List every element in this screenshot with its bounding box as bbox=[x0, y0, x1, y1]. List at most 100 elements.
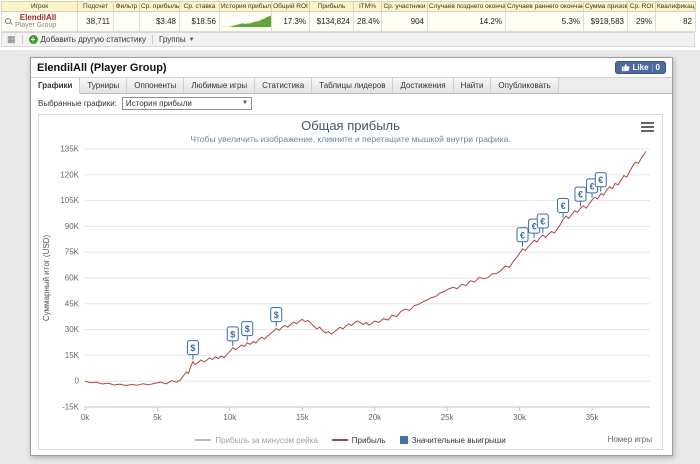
svg-text:$: $ bbox=[190, 343, 195, 353]
svg-text:$: $ bbox=[245, 324, 250, 334]
groups-dropdown[interactable]: Группы ▼ bbox=[159, 35, 195, 44]
svg-text:€: € bbox=[561, 201, 566, 211]
like-separator bbox=[651, 63, 653, 72]
x-axis-title: Номер игры bbox=[607, 435, 652, 444]
profit-value: $134,824 bbox=[309, 11, 354, 32]
tab-bar: Графики Турниры Оппоненты Любимые игры С… bbox=[31, 77, 672, 94]
count-value: 38,711 bbox=[77, 11, 114, 32]
chevron-down-icon: ▼ bbox=[241, 100, 248, 106]
graph-selector-row: Выбранные графики: История прибыли ▼ bbox=[31, 94, 672, 112]
col-header-profit[interactable]: Прибыль bbox=[309, 1, 354, 12]
svg-text:105K: 105K bbox=[60, 196, 79, 205]
profit-chart-plot[interactable]: -15K 0 15K 30K 45K 60K 75K 90K 105K 120K 135K 0k 5k 1… bbox=[39, 144, 662, 426]
col-header-player[interactable]: Игрок bbox=[1, 1, 78, 12]
legend-item-significant-wins[interactable]: Значительные выигрыши bbox=[399, 436, 506, 445]
svg-text:30k: 30k bbox=[513, 413, 527, 422]
facebook-like-button[interactable]: Like 0 bbox=[614, 61, 666, 74]
col-header-profit-history[interactable]: История прибыли bbox=[219, 1, 272, 12]
col-header-avg-roi[interactable]: Ср. ROI bbox=[627, 1, 656, 12]
player-cell: ElendilAll Player Group bbox=[1, 11, 78, 32]
svg-text:25k: 25k bbox=[441, 413, 455, 422]
late-finish-value: 14.2% bbox=[427, 11, 506, 32]
col-header-itm[interactable]: ITM% bbox=[353, 1, 382, 12]
col-header-early-finish[interactable]: Случаев раннего окончания bbox=[505, 1, 584, 12]
legend-square-swatch bbox=[399, 436, 408, 444]
tab-statistics[interactable]: Статистика bbox=[255, 78, 313, 93]
chart-subtitle: Чтобы увеличить изображение, кликните и … bbox=[190, 134, 511, 144]
tab-favorite-games[interactable]: Любимые игры bbox=[184, 78, 256, 93]
toolbar-separator bbox=[151, 35, 153, 44]
svg-text:20k: 20k bbox=[368, 413, 382, 422]
plus-icon: + bbox=[28, 35, 38, 44]
tab-find[interactable]: Найти bbox=[453, 78, 492, 93]
selected-graphs-label: Выбранные графики: bbox=[38, 98, 117, 108]
filter-cell[interactable] bbox=[113, 11, 140, 32]
player-name[interactable]: ElendilAll bbox=[15, 13, 56, 22]
legend-label: Прибыль за минусом рейка bbox=[215, 435, 318, 445]
col-header-count[interactable]: Подсчет bbox=[77, 1, 114, 12]
svg-text:$: $ bbox=[274, 310, 279, 320]
svg-text:10k: 10k bbox=[223, 413, 237, 422]
svg-text:15K: 15K bbox=[65, 351, 80, 360]
col-header-avg-profit[interactable]: Ср. прибыль bbox=[139, 1, 180, 12]
toolbar: ▦ + Добавить другую статистику Группы ▼ bbox=[1, 32, 695, 47]
svg-text:€: € bbox=[598, 175, 603, 185]
col-header-late-finish[interactable]: Случаев позднего окончания bbox=[427, 1, 506, 12]
svg-text:75K: 75K bbox=[65, 248, 80, 257]
avg-entrants-value: 904 bbox=[381, 11, 428, 32]
chart-container: Общая прибыль Чтобы увеличить изображени… bbox=[38, 114, 663, 450]
profit-history-sparkline[interactable] bbox=[223, 14, 272, 27]
like-count: 0 bbox=[655, 63, 660, 72]
chart-menu-icon[interactable] bbox=[641, 120, 654, 134]
col-header-filter[interactable]: Фильтр bbox=[113, 1, 140, 12]
chart-title: Общая прибыль bbox=[301, 118, 400, 133]
table-row: ElendilAll Player Group 38,711 $3.48 $18… bbox=[1, 11, 696, 32]
toolbar-separator bbox=[21, 35, 23, 44]
stats-table: Игрок Подсчет Фильтр Ср. прибыль Ср. ста… bbox=[1, 1, 696, 32]
itm-value: 28.4% bbox=[353, 11, 382, 32]
tab-graphs[interactable]: Графики bbox=[31, 78, 81, 94]
early-finish-value: 5.3% bbox=[505, 11, 584, 32]
svg-text:€: € bbox=[540, 217, 545, 227]
svg-text:0: 0 bbox=[75, 377, 80, 386]
tab-opponents[interactable]: Оппоненты bbox=[127, 78, 185, 93]
tab-leaderboards[interactable]: Таблицы лидеров bbox=[312, 78, 394, 93]
like-label: Like bbox=[632, 63, 649, 72]
add-statistic-button[interactable]: + Добавить другую статистику bbox=[28, 35, 146, 44]
tab-publish[interactable]: Опубликовать bbox=[491, 78, 559, 93]
groups-label: Группы bbox=[158, 35, 186, 44]
legend-line-swatch bbox=[331, 439, 348, 441]
table-header-row: Игрок Подсчет Фильтр Ср. прибыль Ср. ста… bbox=[1, 1, 696, 12]
table-view-icon[interactable]: ▦ bbox=[7, 35, 16, 44]
svg-text:-15K: -15K bbox=[62, 403, 80, 412]
col-header-total-roi[interactable]: Общий ROI bbox=[271, 1, 310, 12]
svg-text:€: € bbox=[578, 190, 583, 200]
legend-item-profit-minus-rake[interactable]: Прибыль за минусом рейка bbox=[195, 435, 318, 445]
panel-header: ElendilAll (Player Group) Like 0 bbox=[31, 58, 672, 77]
col-header-avg-entrants[interactable]: Ср. участники bbox=[381, 1, 428, 12]
total-roi-value: 17.3% bbox=[271, 11, 310, 32]
svg-text:135K: 135K bbox=[60, 145, 79, 154]
svg-text:€: € bbox=[532, 222, 537, 232]
svg-text:$: $ bbox=[230, 329, 235, 339]
thumbs-up-icon bbox=[621, 63, 630, 72]
legend-line-swatch bbox=[195, 439, 212, 441]
tab-achievements[interactable]: Достижения bbox=[393, 78, 454, 93]
col-header-total-prizes[interactable]: Сумма призов bbox=[583, 1, 628, 12]
page: Игрок Подсчет Фильтр Ср. прибыль Ср. ста… bbox=[0, 0, 700, 464]
graph-select-value: История прибыли bbox=[125, 98, 192, 108]
player-subtitle: Player Group bbox=[15, 22, 57, 29]
col-header-qualification[interactable]: Квалификация bbox=[655, 1, 696, 12]
magnifier-icon[interactable] bbox=[5, 18, 12, 25]
svg-text:30K: 30K bbox=[65, 325, 80, 334]
avg-roi-value: 29% bbox=[627, 11, 656, 32]
svg-text:Суммарный итог (USD): Суммарный итог (USD) bbox=[42, 235, 51, 322]
profit-history-cell[interactable] bbox=[219, 11, 272, 32]
svg-text:35k: 35k bbox=[586, 413, 600, 422]
legend-item-profit[interactable]: Прибыль bbox=[331, 436, 386, 445]
add-statistic-label: Добавить другую статистику bbox=[40, 35, 146, 44]
avg-profit-value: $3.48 bbox=[139, 11, 180, 32]
col-header-avg-stake[interactable]: Ср. ставка bbox=[179, 1, 220, 12]
tab-tournaments[interactable]: Турниры bbox=[80, 78, 128, 93]
graph-select[interactable]: История прибыли ▼ bbox=[121, 96, 252, 110]
